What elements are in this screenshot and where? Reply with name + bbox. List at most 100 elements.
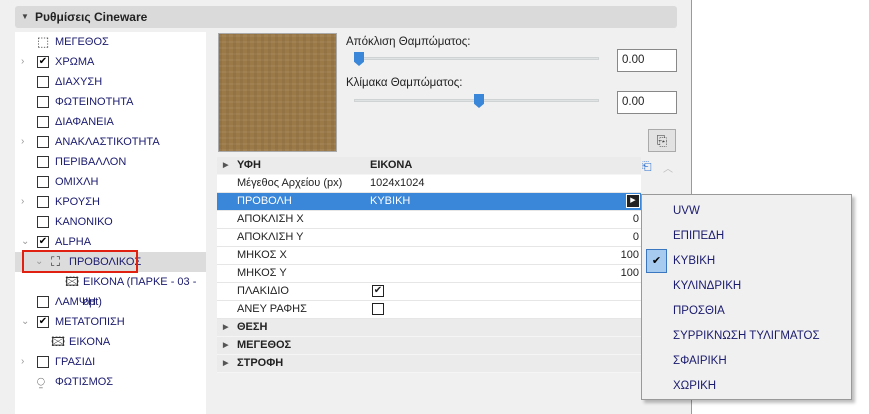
tree-item-checkbox[interactable] [37, 296, 49, 308]
tree-item-label: ΔΙΑΦΑΝΕΙΑ [55, 116, 114, 128]
collapse-triangle-icon: ▼ [21, 12, 29, 21]
property-value: ΚΥΒΙΚΗ [370, 195, 411, 207]
tree-scrollbar[interactable] [206, 32, 214, 414]
tree-item-label: ΜΕΓΕΘΟΣ [55, 36, 109, 48]
menu-item-label: UVW [673, 205, 700, 217]
menu-item-label: ΕΠΙΠΕΔΗ [673, 230, 725, 242]
property-row[interactable]: ΠΡΟΒΟΛΗ ΚΥΒΙΚΗ ▶ [217, 193, 641, 211]
menu-item[interactable]: UVW [642, 199, 851, 223]
blur-offset-input[interactable]: 0.00 [617, 49, 677, 72]
chevron-right-icon[interactable]: › [21, 52, 24, 72]
tree-item[interactable]: ⌄ ✔ ΜΕΤΑΤΟΠΙΣΗ [15, 312, 206, 332]
group-row[interactable]: ▶ ΘΕΣΗ [217, 319, 641, 337]
projection-dropdown-menu: UVW ΕΠΙΠΕΔΗ ✔ ΚΥΒΙΚΗ ΚΥΛΙΝΔΡΙΚΗ ΠΡΟΣΘΙΑ ΣΥΡΡΙΚ… [641, 194, 852, 400]
tree-item-checkbox[interactable]: ✔ [37, 236, 49, 248]
tree-item[interactable]: › ΚΡΟΥΣΗ [15, 192, 206, 212]
expand-triangle-icon: ▶ [223, 342, 229, 349]
group-label: ΘΕΣΗ [237, 321, 268, 333]
tree-item[interactable]: ΦΩΤΕΙΝΟΤΗΤΑ [15, 92, 206, 112]
blur-offset-slider[interactable] [354, 57, 599, 60]
tree-item-label: ΑΝΑΚΛΑΣΤΙΚΟΤΗΤΑ [55, 136, 160, 148]
menu-item[interactable]: ΚΥΛΙΝΔΡΙΚΗ [642, 274, 851, 298]
property-row[interactable]: ΑΠΟΚΛΙΣΗ Χ 0 [217, 211, 641, 229]
tree-item-checkbox[interactable]: ✔ [37, 316, 49, 328]
tree-item[interactable]: › ΓΡΑΣΙΔΙ [15, 352, 206, 372]
menu-item-label: ΧΩΡΙΚΗ [673, 380, 717, 392]
tree-item[interactable]: ΟΜΙΧΛΗ [15, 172, 206, 192]
property-value: 100 [620, 267, 639, 279]
tree-item-label: ΜΕΤΑΤΟΠΙΣΗ [55, 316, 125, 328]
import-document-icon[interactable]: ⎗ [642, 159, 652, 174]
chevron-right-icon[interactable]: › [21, 132, 24, 152]
tree-item-checkbox[interactable] [37, 76, 49, 88]
section-header[interactable]: ▼ Ρυθμίσεις Cineware [15, 6, 677, 28]
tree-item-label: ΕΙΚΟΝΑ [69, 336, 111, 348]
chevron-down-icon[interactable]: ⌄ [21, 232, 29, 252]
tree-item[interactable]: ΚΑΝΟΝΙΚΟ [15, 212, 206, 232]
chevron-down-icon[interactable]: ⌄ [21, 312, 29, 332]
tree-item[interactable]: ΠΕΡΙΒΑΛΛΟΝ [15, 152, 206, 172]
tree-item-checkbox[interactable] [37, 136, 49, 148]
dropdown-arrow-icon[interactable]: ▶ [626, 194, 640, 208]
export-settings-button[interactable]: ⎘ [648, 129, 676, 152]
property-checkbox[interactable]: ✔ [372, 285, 384, 297]
tree-item-label: ΚΑΝΟΝΙΚΟ [55, 216, 113, 228]
property-row[interactable]: ΑΝΕΥ ΡΑΦΗΣ [217, 301, 641, 319]
chevron-right-icon[interactable]: › [21, 192, 24, 212]
blur-offset-slider-handle[interactable] [354, 52, 364, 66]
menu-item-label: ΚΥΒΙΚΗ [673, 255, 716, 267]
group-row[interactable]: ▶ ΜΕΓΕΘΟΣ [217, 337, 641, 355]
tree-item[interactable]: › ΑΝΑΚΛΑΣΤΙΚΟΤΗΤΑ [15, 132, 206, 152]
tree-item-label: ΠΕΡΙΒΑΛΛΟΝ [55, 156, 127, 168]
property-row[interactable]: ΜΗΚΟΣ Χ 100 [217, 247, 641, 265]
tree-item[interactable]: ⌄ ✔ ALPHA [15, 232, 206, 252]
menu-item[interactable]: ΕΠΙΠΕΔΗ [642, 224, 851, 248]
menu-item[interactable]: ΠΡΟΣΘΙΑ [642, 299, 851, 323]
menu-item[interactable]: ✔ ΚΥΒΙΚΗ [642, 249, 851, 273]
group-label: ΣΤΡΟΦΗ [237, 357, 284, 369]
property-row[interactable]: ΠΛΑΚΙΔΙΟ ✔ [217, 283, 641, 301]
tree-item[interactable]: ΛΑΜΨΗ [15, 292, 206, 312]
blur-offset-label: Απόκλιση Θαμπώματος: [346, 36, 471, 48]
properties-table: ▶ ΥΦΗ ΕΙΚΟΝΑ Μέγεθος Αρχείου (px) 1024x1024 Π… [217, 157, 641, 373]
tree-item[interactable]: 🖾 ΕΙΚΟΝΑ (ΠΑΡΚΕ - 03 -opt) [15, 272, 206, 308]
property-label: ΜΗΚΟΣ Υ [237, 267, 287, 279]
tree-item[interactable]: 🖾 ΕΙΚΟΝΑ [15, 332, 206, 352]
tree-item[interactable]: ΔΙΑΦΑΝΕΙΑ [15, 112, 206, 132]
menu-item-label: ΣΦΑΙΡΙΚΗ [673, 355, 727, 367]
menu-item[interactable]: ΣΦΑΙΡΙΚΗ [642, 349, 851, 373]
blur-scale-slider-handle[interactable] [474, 94, 484, 108]
property-value: 1024x1024 [370, 177, 425, 189]
property-checkbox[interactable] [372, 303, 384, 315]
property-label: ΠΡΟΒΟΛΗ [237, 195, 292, 207]
property-row[interactable]: ΜΗΚΟΣ Υ 100 [217, 265, 641, 283]
menu-item-label: ΚΥΛΙΝΔΡΙΚΗ [673, 280, 742, 292]
tree-item-label: ΟΜΙΧΛΗ [55, 176, 99, 188]
tree-item[interactable]: ⬚ ΜΕΓΕΘΟΣ [15, 32, 206, 52]
tree-item-checkbox[interactable] [37, 116, 49, 128]
group-value: ΕΙΚΟΝΑ [370, 159, 413, 171]
texture-group-row[interactable]: ▶ ΥΦΗ ΕΙΚΟΝΑ [217, 157, 641, 175]
scroll-up-icon[interactable]: ︿ [663, 160, 673, 175]
tree-item-checkbox[interactable] [37, 196, 49, 208]
group-row[interactable]: ▶ ΣΤΡΟΦΗ [217, 355, 641, 373]
blur-scale-input[interactable]: 0.00 [617, 91, 677, 114]
cineware-settings-panel: ▼ Ρυθμίσεις Cineware ⬚ ΜΕΓΕΘΟΣ › ✔ ΧΡΩΜΑ ΔΙΑΧΥ… [0, 0, 692, 414]
chevron-right-icon[interactable]: › [21, 352, 24, 372]
tree-item-checkbox[interactable]: ✔ [37, 56, 49, 68]
menu-item[interactable]: ΧΩΡΙΚΗ [642, 374, 851, 398]
tree-item-checkbox[interactable] [37, 156, 49, 168]
checkmark-icon: ✔ [646, 249, 667, 273]
tree-item-checkbox[interactable] [37, 96, 49, 108]
tree-item[interactable]: › ✔ ΧΡΩΜΑ [15, 52, 206, 72]
tree-item[interactable]: ΔΙΑΧΥΣΗ [15, 72, 206, 92]
menu-item[interactable]: ΣΥΡΡΙΚΝΩΣΗ ΤΥΛΙΓΜΑΤΟΣ [642, 324, 851, 348]
menu-item-label: ΣΥΡΡΙΚΝΩΣΗ ΤΥΛΙΓΜΑΤΟΣ [673, 330, 820, 342]
property-row[interactable]: ΑΠΟΚΛΙΣΗ Υ 0 [217, 229, 641, 247]
lighting-icon: ⍜ [37, 374, 45, 389]
tree-item-checkbox[interactable] [37, 176, 49, 188]
tree-item-checkbox[interactable] [37, 216, 49, 228]
tree-item[interactable]: ⍜ ΦΩΤΙΣΜΟΣ [15, 372, 206, 392]
tree-item-checkbox[interactable] [37, 356, 49, 368]
property-row[interactable]: Μέγεθος Αρχείου (px) 1024x1024 [217, 175, 641, 193]
